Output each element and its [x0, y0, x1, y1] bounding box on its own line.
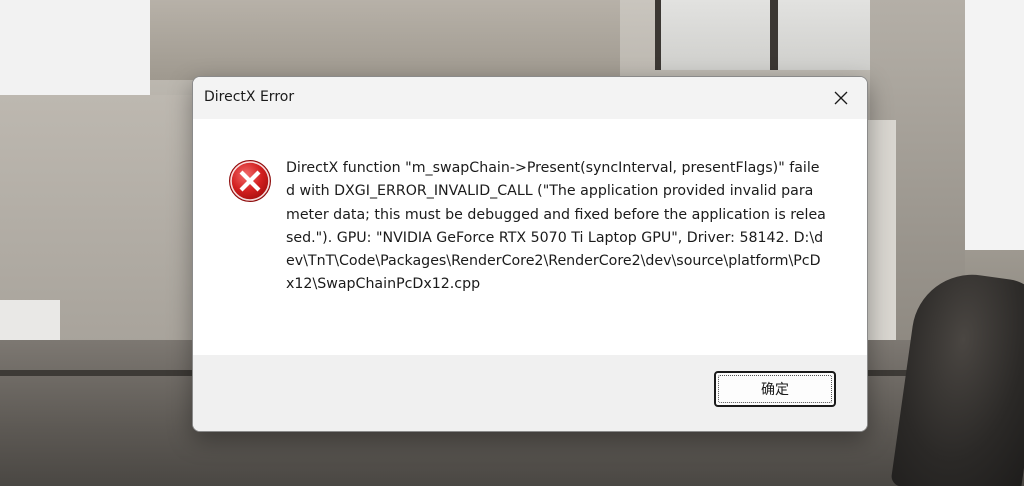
background-sky-right: [965, 0, 1024, 250]
background-sky: [0, 0, 150, 110]
ok-button-label: 确定: [761, 382, 789, 398]
background-wall: [150, 0, 620, 80]
background-window: [655, 0, 882, 70]
dialog-content: DirectX function "m_swapChain->Present(s…: [193, 119, 867, 355]
dialog-title: DirectX Error: [204, 89, 295, 105]
dialog-footer: 确定: [193, 355, 867, 431]
background-window-bar: [770, 0, 778, 70]
error-message: DirectX function "m_swapChain->Present(s…: [286, 160, 826, 293]
background-ledge: [0, 300, 60, 340]
close-icon: [834, 91, 848, 105]
close-button[interactable]: [821, 81, 861, 115]
error-icon: [229, 160, 271, 202]
error-dialog: DirectX Error DirectX function "m_swapCh…: [192, 76, 868, 432]
background-column: [866, 120, 896, 340]
ok-button[interactable]: 确定: [714, 371, 836, 407]
dialog-titlebar[interactable]: DirectX Error: [193, 77, 867, 119]
